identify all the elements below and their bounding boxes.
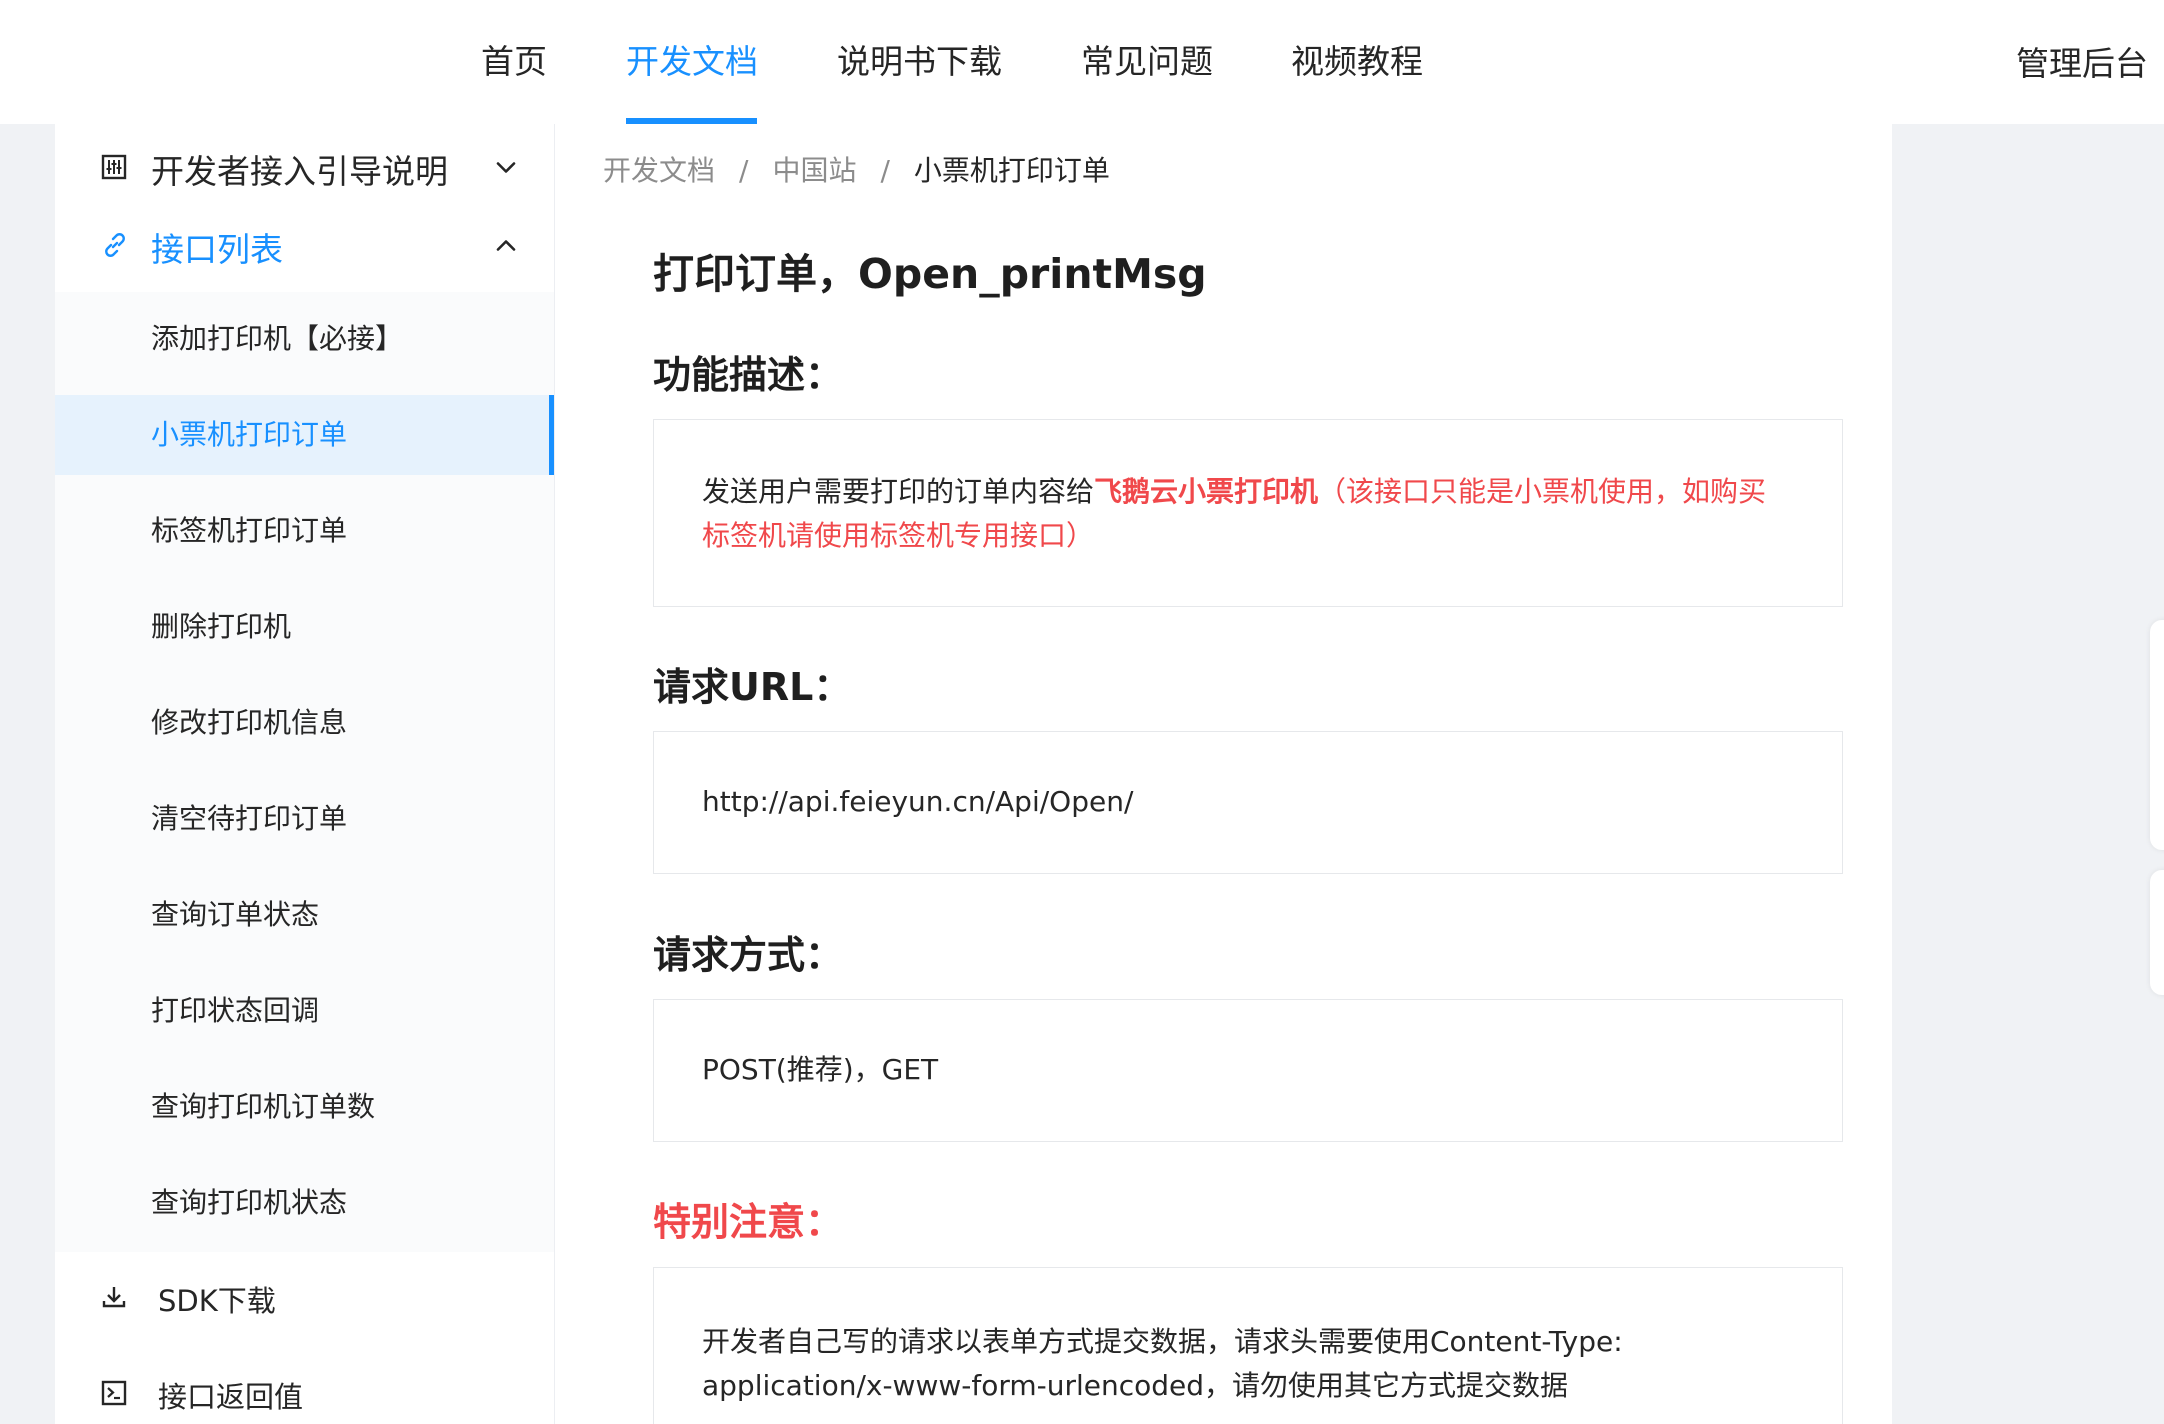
link-icon: [101, 231, 129, 263]
sidebar-item-label: 清空待打印订单: [151, 802, 348, 835]
chevron-down-icon: [495, 160, 517, 179]
request-url-value: http://api.feieyun.cn/Api/Open/: [702, 785, 1134, 818]
breadcrumb: 开发文档 / 中国站 / 小票机打印订单: [603, 148, 1110, 194]
sidebar-item-label: 添加打印机【必接】: [151, 322, 404, 355]
sidebar-item-label: SDK下载: [158, 1284, 276, 1318]
sidebar-group-label: 接口列表: [151, 230, 283, 269]
sidebar-item-label-print-order[interactable]: 标签机打印订单: [55, 491, 554, 571]
admin-console-link[interactable]: 管理后台: [2016, 0, 2148, 124]
sidebar-item-label: 查询打印机状态: [151, 1186, 348, 1219]
section-heading-function: 功能描述：: [653, 353, 844, 397]
floating-widget-edge[interactable]: [2150, 620, 2164, 850]
nav-active-underline: [626, 118, 757, 124]
section-heading-url: 请求URL：: [653, 665, 852, 709]
function-text-highlight: 飞鹅云小票打印机: [1094, 475, 1319, 508]
sidebar-item-query-order-status[interactable]: 查询订单状态: [55, 875, 554, 955]
sidebar-item-add-printer[interactable]: 添加打印机【必接】: [55, 299, 554, 379]
sidebar-item-query-printer-order-count[interactable]: 查询打印机订单数: [55, 1067, 554, 1147]
chevron-up-icon: [495, 238, 517, 257]
sidebar-item-label: 接口返回值: [158, 1380, 304, 1414]
breadcrumb-separator: /: [880, 154, 890, 187]
sidebar-item-label: 标签机打印订单: [151, 514, 348, 547]
sidebar-item-print-status-callback[interactable]: 打印状态回调: [55, 971, 554, 1051]
breadcrumb-item-current: 小票机打印订单: [913, 154, 1110, 187]
sidebar-item-label: 查询打印机订单数: [151, 1090, 376, 1123]
function-text-plain: 发送用户需要打印的订单内容给: [702, 475, 1095, 508]
terminal-icon: [101, 1380, 127, 1410]
page-title: 打印订单，Open_printMsg: [653, 250, 1207, 298]
sidebar-item-query-printer-status[interactable]: 查询打印机状态: [55, 1163, 554, 1243]
breadcrumb-item-china-site[interactable]: 中国站: [772, 154, 856, 187]
breadcrumb-item-docs[interactable]: 开发文档: [603, 154, 715, 187]
sidebar-group-api-list[interactable]: 接口列表: [55, 202, 554, 292]
section-heading-method: 请求方式：: [653, 933, 844, 977]
sidebar-item-label: 删除打印机: [151, 610, 292, 643]
nav-manual-download[interactable]: 说明书下载: [837, 0, 1002, 124]
special-notice-text: 开发者自己写的请求以表单方式提交数据，请求头需要使用Content-Type: …: [702, 1325, 1623, 1402]
sidebar-group-developer-guide[interactable]: 开发者接入引导说明: [55, 124, 554, 214]
nav-faq[interactable]: 常见问题: [1081, 0, 1213, 124]
function-description-text: 发送用户需要打印的订单内容给飞鹅云小票打印机（该接口只能是小票机使用，如购买标签…: [702, 470, 1792, 558]
section-heading-notice: 特别注意：: [653, 1200, 844, 1244]
function-description-panel: 发送用户需要打印的订单内容给飞鹅云小票打印机（该接口只能是小票机使用，如购买标签…: [653, 419, 1843, 607]
sidebar-item-edit-printer-info[interactable]: 修改打印机信息: [55, 683, 554, 763]
sidebar-item-sdk-download[interactable]: SDK下载: [55, 1254, 554, 1344]
sidebar-item-receipt-print-order[interactable]: 小票机打印订单: [55, 395, 554, 475]
sidebar-item-label: 修改打印机信息: [151, 706, 348, 739]
sidebar-item-api-return-values[interactable]: 接口返回值: [55, 1350, 554, 1424]
nav-developer-docs[interactable]: 开发文档: [626, 0, 758, 124]
download-icon: [101, 1284, 127, 1314]
sidebar-item-label: 查询订单状态: [151, 898, 320, 931]
sidebar: 开发者接入引导说明 接口列表 添加打印机【必接】 小票机打印订单 标签机打印订单…: [55, 124, 554, 1424]
sidebar-item-delete-printer[interactable]: 删除打印机: [55, 587, 554, 667]
nav-video-tutorials[interactable]: 视频教程: [1291, 0, 1423, 124]
request-method-panel: POST(推荐)，GET: [653, 999, 1843, 1142]
top-navigation-bar: 首页 开发文档 说明书下载 常见问题 视频教程 管理后台: [0, 0, 2164, 124]
sidebar-item-label: 打印状态回调: [151, 994, 320, 1027]
special-notice-panel: 开发者自己写的请求以表单方式提交数据，请求头需要使用Content-Type: …: [653, 1267, 1843, 1424]
nav-home[interactable]: 首页: [481, 0, 547, 124]
sidebar-item-label: 小票机打印订单: [151, 418, 348, 451]
floating-widget-edge[interactable]: [2150, 870, 2164, 995]
sliders-icon: [101, 154, 127, 184]
sidebar-item-clear-pending-orders[interactable]: 清空待打印订单: [55, 779, 554, 859]
doc-content: 开发文档 / 中国站 / 小票机打印订单 打印订单，Open_printMsg 功能描述…: [555, 124, 1892, 1424]
request-method-value: POST(推荐)，GET: [702, 1053, 939, 1086]
breadcrumb-separator: /: [739, 154, 749, 187]
sidebar-group-label: 开发者接入引导说明: [151, 152, 448, 191]
request-url-panel: http://api.feieyun.cn/Api/Open/: [653, 731, 1843, 874]
